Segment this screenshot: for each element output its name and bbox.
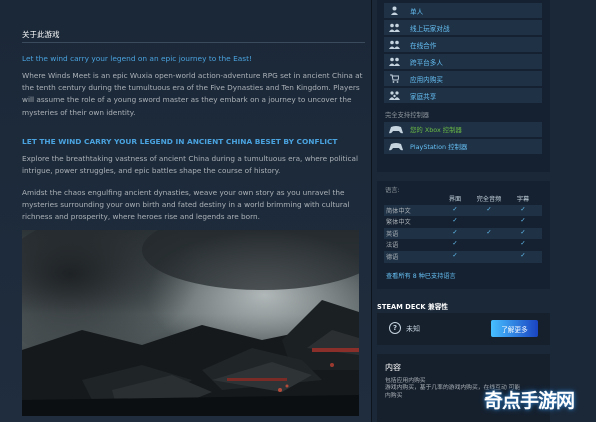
feature-single-player[interactable]: 单人 (384, 3, 542, 18)
language-name: 繁体中文 (386, 219, 411, 227)
languages-header-row: 界面 完全音频 字幕 (384, 193, 542, 205)
story-line: Amidst the chaos engulfing ancient dynas… (22, 188, 345, 197)
story-paragraph: Amidst the chaos engulfing ancient dynas… (22, 187, 370, 224)
story-line: mysteries surrounding your own birth and… (22, 200, 350, 210)
language-name: 德语 (386, 253, 399, 261)
online-pvp-icon (384, 23, 404, 32)
intro-heading: Let the wind carry your legend on an epi… (22, 54, 252, 63)
game-screenshot[interactable] (22, 230, 359, 416)
check-mark: ✓ (520, 205, 526, 213)
steam-deck-status: 未知 (406, 325, 420, 333)
language-row: 法语 ✓ ✓ (384, 239, 542, 251)
steam-deck-title: STEAM DECK 兼容性 (377, 303, 449, 311)
check-mark: ✓ (520, 240, 526, 248)
learn-more-button[interactable]: 了解更多 (491, 320, 538, 337)
feature-label: 跨平台多人 (410, 58, 443, 67)
check-mark: ✓ (486, 228, 492, 236)
in-app-purchase-icon (384, 74, 404, 83)
family-sharing-icon (384, 91, 404, 100)
section-heading: LET THE WIND CARRY YOUR LEGEND IN ANCIEN… (22, 137, 338, 146)
single-player-icon (384, 6, 404, 15)
xbox-controller-label: 您的 Xbox 控制器 (410, 126, 462, 134)
playstation-controller-row[interactable]: PlayStation 控制器 (384, 139, 542, 154)
feature-label: 单人 (410, 7, 424, 16)
content-title: 内容 (385, 363, 401, 372)
xbox-controller-icon (384, 125, 408, 134)
check-mark: ✓ (520, 217, 526, 225)
explore-line: intrigue, power struggles, and epic batt… (22, 166, 281, 176)
feature-in-app-purchase[interactable]: 应用内购买 (384, 71, 542, 86)
language-name: 英语 (386, 230, 399, 238)
about-divider (22, 42, 365, 43)
column-subtitles: 字幕 (516, 196, 530, 203)
online-coop-icon (384, 40, 404, 49)
check-mark: ✓ (520, 228, 526, 236)
feature-label: 在线合作 (410, 41, 437, 50)
controller-support-label: 完全支持控制器 (385, 112, 430, 119)
about-heading: 关于此游戏 (22, 30, 60, 39)
check-mark: ✓ (520, 251, 526, 259)
screenshot-art (22, 230, 359, 416)
intro-paragraph: Where Winds Meet is an epic Wuxia open-w… (22, 70, 370, 119)
intro-line: Where Winds Meet is an epic Wuxia open-w… (22, 71, 363, 80)
languages-table: 界面 完全音频 字幕 简体中文 ✓ ✓ ✓ 繁体中文 ✓ ✓ 英语 ✓ ✓ ✓ … (384, 193, 542, 263)
intro-line: mysteries of their own identity. (22, 107, 136, 117)
feature-label: 家庭共享 (410, 92, 437, 101)
check-mark: ✓ (452, 251, 458, 259)
feature-cross-platform[interactable]: 跨平台多人 (384, 54, 542, 69)
language-row: 繁体中文 ✓ ✓ (384, 216, 542, 228)
check-mark: ✓ (452, 228, 458, 236)
watermark-logo: 奇点手游网 (484, 390, 575, 412)
column-interface: 界面 (448, 196, 462, 203)
story-line: richness and prosperity, where heroes ri… (22, 212, 260, 222)
language-row: 英语 ✓ ✓ ✓ (384, 227, 542, 240)
explore-paragraph: Explore the breathtaking vastness of anc… (22, 153, 370, 177)
playstation-controller-icon (384, 142, 408, 151)
intro-line: will assume the role of a young sword ma… (22, 95, 352, 105)
feature-online-coop[interactable]: 在线合作 (384, 37, 542, 52)
feature-online-pvp[interactable]: 线上玩家对战 (384, 20, 542, 35)
feature-family-sharing[interactable]: 家庭共享 (384, 88, 542, 103)
intro-line: the tenth century during the tumultuous … (22, 83, 360, 93)
question-icon: ? (389, 322, 401, 334)
language-name: 法语 (386, 242, 399, 250)
check-mark: ✓ (452, 205, 458, 213)
language-name: 简体中文 (386, 207, 411, 215)
check-mark: ✓ (452, 217, 458, 225)
playstation-controller-label: PlayStation 控制器 (410, 143, 468, 151)
language-row: 德语 ✓ ✓ (384, 250, 542, 263)
check-mark: ✓ (452, 240, 458, 248)
xbox-controller-row[interactable]: 您的 Xbox 控制器 (384, 122, 542, 137)
feature-label: 应用内购买 (410, 75, 443, 84)
all-languages-link[interactable]: 查看所有 8 种已支持语言 (386, 271, 456, 280)
language-row: 简体中文 ✓ ✓ ✓ (384, 204, 542, 217)
feature-label: 线上玩家对战 (410, 24, 450, 33)
check-mark: ✓ (486, 205, 492, 213)
column-full-audio: 完全音频 (476, 196, 502, 203)
explore-line: Explore the breathtaking vastness of anc… (22, 154, 358, 163)
cross-platform-icon (384, 57, 404, 66)
